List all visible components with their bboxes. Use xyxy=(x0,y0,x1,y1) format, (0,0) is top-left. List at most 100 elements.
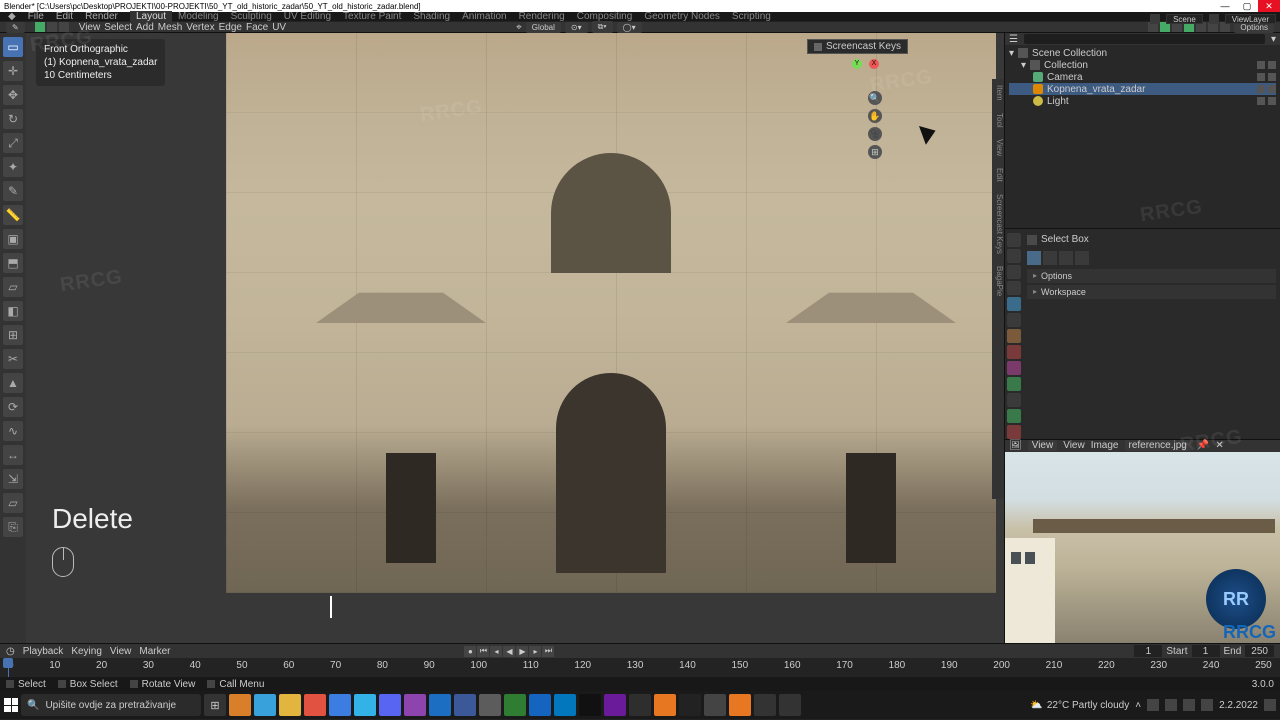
app-icon-7[interactable] xyxy=(379,694,401,716)
tool-polybuild-icon[interactable]: ▲ xyxy=(3,373,23,393)
next-key-icon[interactable]: ▸ xyxy=(529,646,541,657)
vmenu-mesh[interactable]: Mesh xyxy=(158,22,182,33)
app-icon-6[interactable] xyxy=(354,694,376,716)
notifications-icon[interactable] xyxy=(1264,699,1276,711)
tool-extrude-icon[interactable]: ⬒ xyxy=(3,253,23,273)
vmenu-vertex[interactable]: Vertex xyxy=(186,22,214,33)
timeline-ruler[interactable]: 0102030405060708090100110120130140150160… xyxy=(0,658,1280,677)
ntab-view[interactable]: View xyxy=(992,133,1004,162)
start-frame[interactable]: 1 xyxy=(1192,645,1220,657)
workspace-sculpting[interactable]: Sculpting xyxy=(225,11,278,22)
outliner-root[interactable]: ▾ Scene Collection xyxy=(1009,47,1276,59)
prop-section-options[interactable]: Options xyxy=(1027,269,1276,283)
ntab-tool[interactable]: Tool xyxy=(992,107,1004,134)
prop-tab-material-icon[interactable] xyxy=(1007,425,1021,439)
prev-key-icon[interactable]: ◂ xyxy=(490,646,502,657)
app-icon-20[interactable] xyxy=(704,694,726,716)
tool-scale-icon[interactable]: ⤢ xyxy=(3,133,23,153)
app-icon-5[interactable] xyxy=(329,694,351,716)
app-icon-13[interactable] xyxy=(529,694,551,716)
tl-view[interactable]: View xyxy=(110,646,132,657)
tool-addcube-icon[interactable]: ▣ xyxy=(3,229,23,249)
tl-marker[interactable]: Marker xyxy=(139,646,170,657)
workspace-animation[interactable]: Animation xyxy=(456,11,512,22)
autokey-icon[interactable]: ● xyxy=(464,646,476,657)
zoom-icon[interactable]: 🔍 xyxy=(868,91,882,105)
tool-transform-icon[interactable]: ✦ xyxy=(3,157,23,177)
pan-icon[interactable]: ✋ xyxy=(868,109,882,123)
app-icon-15[interactable] xyxy=(579,694,601,716)
3d-viewport[interactable]: Front Orthographic (1) Kopnena_vrata_zad… xyxy=(26,33,1004,643)
outliner-filter-icon[interactable]: ▾ xyxy=(1271,34,1276,45)
workspace-shading[interactable]: Shading xyxy=(407,11,456,22)
prop-tab-world-icon[interactable] xyxy=(1007,313,1021,327)
camera-view-icon[interactable]: 🎥 xyxy=(868,127,882,141)
ntab-edit[interactable]: Edit xyxy=(992,162,1004,188)
app-icon-14[interactable] xyxy=(554,694,576,716)
tool-edgeslide-icon[interactable]: ↔ xyxy=(3,445,23,465)
app-icon-23[interactable] xyxy=(779,694,801,716)
image-close-icon[interactable]: ✕ xyxy=(1215,440,1223,451)
prop-section-workspace[interactable]: Workspace xyxy=(1027,285,1276,299)
outliner-mesh[interactable]: Kopnena_vrata_zadar xyxy=(1009,83,1276,95)
mode-selector[interactable]: ✎ xyxy=(6,22,25,33)
app-icon-1[interactable] xyxy=(229,694,251,716)
prop-tab-view-icon[interactable] xyxy=(1007,281,1021,295)
app-icon-19[interactable] xyxy=(679,694,701,716)
menu-render[interactable]: Render xyxy=(85,11,118,22)
vmenu-uv[interactable]: UV xyxy=(272,22,286,33)
app-icon-16[interactable] xyxy=(604,694,626,716)
window-minimize[interactable]: — xyxy=(1214,0,1236,12)
tray-icon-1[interactable] xyxy=(1147,699,1159,711)
window-close[interactable]: ✕ xyxy=(1258,0,1280,12)
sel-thumb-3[interactable] xyxy=(1059,251,1073,265)
orientation-dropdown[interactable]: Global xyxy=(526,22,561,33)
snap-toggle[interactable]: ⧉▾ xyxy=(592,21,613,33)
persp-ortho-icon[interactable]: ⊞ xyxy=(868,145,882,159)
tl-keying[interactable]: Keying xyxy=(71,646,102,657)
end-frame[interactable]: 250 xyxy=(1245,645,1274,657)
prop-tab-physics-icon[interactable] xyxy=(1007,377,1021,391)
jump-start-icon[interactable]: ⏮ xyxy=(477,646,489,657)
tool-cursor-icon[interactable]: ✛ xyxy=(3,61,23,81)
tool-select-box-icon[interactable]: ▭ xyxy=(3,37,23,57)
tray-icon-4[interactable] xyxy=(1201,699,1213,711)
tool-shear-icon[interactable]: ▱ xyxy=(3,493,23,513)
prop-tab-tool-icon[interactable] xyxy=(1007,233,1021,247)
tool-spin-icon[interactable]: ⟳ xyxy=(3,397,23,417)
app-icon-11[interactable] xyxy=(479,694,501,716)
ntab-bagapie[interactable]: BagaPie xyxy=(992,260,1004,302)
vertex-select-icon[interactable] xyxy=(35,22,45,32)
workspace-rendering[interactable]: Rendering xyxy=(513,11,571,22)
pivot-dropdown[interactable]: ⊙▾ xyxy=(565,22,588,33)
workspace-layout[interactable]: Layout xyxy=(130,11,172,22)
tray-icon-3[interactable] xyxy=(1183,699,1195,711)
ntab-item[interactable]: Item xyxy=(992,79,1004,107)
ntab-screencast[interactable]: Screencast Keys xyxy=(992,188,1004,260)
prop-tab-constraint-icon[interactable] xyxy=(1007,393,1021,407)
menu-edit[interactable]: Edit xyxy=(56,11,73,22)
app-icon-12[interactable] xyxy=(504,694,526,716)
app-icon-10[interactable] xyxy=(454,694,476,716)
prop-tab-object-icon[interactable] xyxy=(1007,329,1021,343)
vmenu-edge[interactable]: Edge xyxy=(219,22,242,33)
current-frame[interactable]: 1 xyxy=(1134,645,1162,657)
tool-inset-icon[interactable]: ▱ xyxy=(3,277,23,297)
outliner-collection[interactable]: ▾ Collection xyxy=(1009,59,1276,71)
sel-thumb-4[interactable] xyxy=(1075,251,1089,265)
tool-loopcut-icon[interactable]: ⊞ xyxy=(3,325,23,345)
app-icon-2[interactable] xyxy=(254,694,276,716)
tool-bevel-icon[interactable]: ◧ xyxy=(3,301,23,321)
prop-tab-scene-icon[interactable] xyxy=(1007,297,1021,311)
viewlayer-field[interactable]: ViewLayer xyxy=(1225,14,1276,24)
taskbar-search[interactable]: 🔍 Upišite ovdje za pretraživanje xyxy=(21,694,201,716)
image-editor-canvas[interactable]: RR RRCG xyxy=(1005,452,1280,643)
prop-tab-modifier-icon[interactable] xyxy=(1007,345,1021,359)
tray-icon-2[interactable] xyxy=(1165,699,1177,711)
vmenu-face[interactable]: Face xyxy=(246,22,268,33)
sel-thumb-1[interactable] xyxy=(1027,251,1041,265)
app-icon-17[interactable] xyxy=(629,694,651,716)
app-icon-9[interactable] xyxy=(429,694,451,716)
prop-tab-output-icon[interactable] xyxy=(1007,265,1021,279)
weather-widget[interactable]: ⛅ 22°C Partly cloudy xyxy=(1030,700,1129,711)
